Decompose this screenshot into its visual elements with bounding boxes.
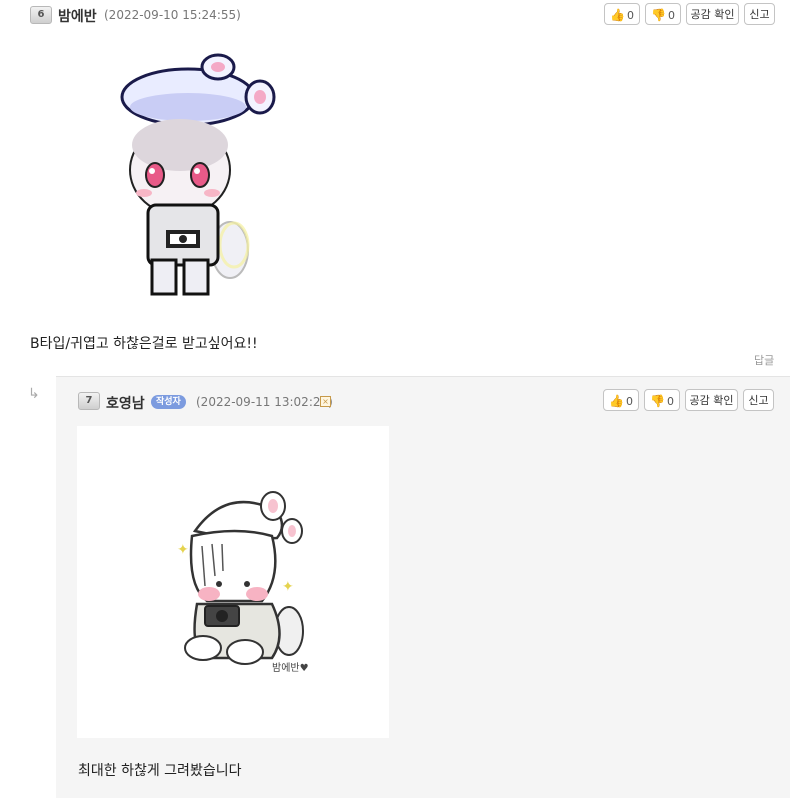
reply-text: 최대한 하찮게 그려봤습니다 [78, 763, 242, 779]
delete-icon[interactable]: × [320, 396, 331, 407]
like-button[interactable]: 👍 0 [604, 3, 640, 25]
comment: 6 밤에반 (2022-09-10 15:24:55) 👍 0 👎 0 공감 확인 … [0, 0, 800, 376]
svg-text:✦: ✦ [177, 542, 189, 558]
comment-nickname[interactable]: 밤에반 [58, 6, 97, 26]
reply-image: ✦ ✦ 밤에반♥ [77, 426, 389, 738]
dislike-count: 0 [666, 395, 674, 408]
empathy-check-button[interactable]: 공감 확인 [686, 3, 739, 25]
drawing-signature: 밤에반♥ [272, 662, 309, 674]
like-count: 0 [625, 395, 633, 408]
empathy-check-button[interactable]: 공감 확인 [685, 389, 738, 411]
comment-text: B타입/귀엽고 하찮은걸로 받고싶어요!! [30, 336, 258, 352]
thumbs-down-icon: 👎 [651, 8, 666, 22]
like-count: 0 [626, 9, 634, 22]
level-icon: 6 [30, 6, 52, 24]
comment-date: (2022-09-10 15:24:55) [104, 8, 241, 22]
reply-nickname[interactable]: 호영남 [106, 393, 145, 413]
dislike-button[interactable]: 👎 0 [644, 389, 680, 411]
reply-link[interactable]: 답글 [754, 352, 774, 368]
report-button[interactable]: 신고 [743, 389, 774, 411]
dislike-button[interactable]: 👎 0 [645, 3, 681, 25]
like-button[interactable]: 👍 0 [603, 389, 639, 411]
cute-drawing: ✦ ✦ 밤에반♥ [177, 491, 309, 674]
reply-date: (2022-09-11 13:02:20) [196, 395, 333, 409]
thumbs-down-icon: 👎 [650, 394, 665, 408]
author-badge: 작성자 [151, 395, 186, 409]
svg-text:✦: ✦ [282, 579, 294, 595]
thumbs-up-icon: 👍 [609, 394, 624, 408]
thumbs-up-icon: 👍 [610, 8, 625, 22]
comment-image [120, 53, 276, 296]
reply-arrow-icon: ↳ [28, 386, 40, 402]
level-icon: 7 [78, 392, 100, 410]
report-button[interactable]: 신고 [744, 3, 775, 25]
dislike-count: 0 [667, 9, 675, 22]
